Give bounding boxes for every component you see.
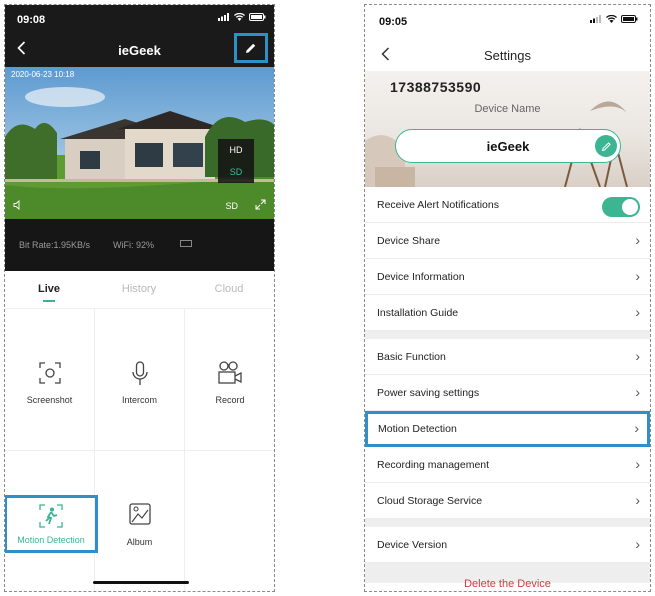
recording-management-row[interactable]: Recording management › [365,447,650,483]
chevron-right-icon: › [635,456,640,472]
status-bar: 09:05 [365,5,650,33]
section-divider [365,519,650,527]
album-label: Album [126,537,153,547]
signal-icon [590,15,601,23]
microphone-icon [131,361,148,385]
quality-option-sd[interactable]: SD [218,161,254,183]
battery-icon [249,13,266,21]
device-information-row[interactable]: Device Information › [365,259,650,295]
quality-menu[interactable]: HD SD [218,139,254,183]
quality-toggle-button[interactable]: SD [225,201,238,211]
tab-history[interactable]: History [109,283,169,295]
section-divider [365,331,650,339]
tab-cloud[interactable]: Cloud [199,283,259,295]
cloud-storage-row[interactable]: Cloud Storage Service › [365,483,650,519]
record-label: Record [215,395,245,405]
chevron-right-icon: › [635,536,640,552]
settings-screen: 09:05 Settings 17388753590 Device Name i… [364,4,651,592]
screenshot-button[interactable]: Screenshot [5,309,95,451]
device-name-field[interactable]: ieGeek [395,129,621,163]
chevron-right-icon: › [635,384,640,400]
bitrate-text: Bit Rate:1.95KB/s [19,240,91,250]
live-video[interactable]: 2020-06-23 10:18 HD SD SD [5,67,274,219]
tab-live[interactable]: Live [19,283,79,302]
motion-detection-label: Motion Detection [17,535,85,545]
edit-button[interactable] [234,33,268,63]
fullscreen-icon[interactable] [255,199,266,213]
chevron-right-icon: › [635,232,640,248]
device-header: 17388753590 Device Name ieGeek [365,71,650,187]
wifi-icon [234,13,245,21]
alert-notifications-row: Receive Alert Notifications [365,187,650,223]
wifi-icon [606,15,617,23]
pencil-icon [601,141,611,151]
home-indicator [93,581,189,584]
active-tab-indicator [43,300,55,302]
status-time: 09:08 [17,14,46,26]
device-name-value: ieGeek [486,139,530,154]
delete-device-button[interactable]: Delete the Device [365,578,650,590]
intercom-button[interactable]: Intercom [95,309,185,451]
record-button[interactable]: Record [185,309,274,451]
edit-name-button[interactable] [595,135,617,157]
screenshot-label: Screenshot [26,395,73,405]
battery-icon [180,240,192,247]
power-saving-row[interactable]: Power saving settings › [365,375,650,411]
view-tabs: Live History Cloud [5,271,274,309]
device-version-row[interactable]: Device Version › [365,527,650,563]
quality-option-hd[interactable]: HD [218,139,254,161]
screenshot-icon [38,362,61,384]
intercom-label: Intercom [121,395,157,405]
speaker-icon[interactable] [13,199,23,213]
empty-cell [185,451,274,591]
stream-info-bar: Bit Rate:1.95KB/s WiFi: 92% [5,219,274,271]
pencil-icon [246,43,256,53]
motion-detection-row[interactable]: Motion Detection › [365,411,650,447]
device-name-label: Device Name [474,103,541,115]
album-button[interactable]: Album [95,451,185,591]
chevron-right-icon: › [635,348,640,364]
live-view-screen: 09:08 ieGeek 2020-06-23 10:18 HD SD SD B… [4,4,275,592]
chevron-right-icon: › [635,268,640,284]
album-icon [128,503,151,525]
motion-detection-icon [39,504,63,528]
motion-detection-button[interactable]: Motion Detection [5,495,98,553]
device-number: 17388753590 [390,79,482,95]
chevron-right-icon: › [635,304,640,320]
installation-guide-row[interactable]: Installation Guide › [365,295,650,331]
top-nav: Settings [365,33,650,71]
page-title: Settings [484,48,531,63]
basic-function-row[interactable]: Basic Function › [365,339,650,375]
video-camera-icon [218,361,242,384]
video-timestamp: 2020-06-23 10:18 [11,70,75,79]
battery-icon [621,15,638,23]
status-time: 09:05 [379,16,408,28]
status-bar: 09:08 [5,5,274,33]
chevron-right-icon: › [635,492,640,508]
device-share-row[interactable]: Device Share › [365,223,650,259]
chevron-right-icon: › [634,420,639,436]
top-nav: ieGeek [5,33,274,67]
signal-icon [218,13,229,21]
wifi-strength-text: WiFi: 92% [113,240,155,250]
alert-notifications-toggle[interactable] [602,197,640,217]
